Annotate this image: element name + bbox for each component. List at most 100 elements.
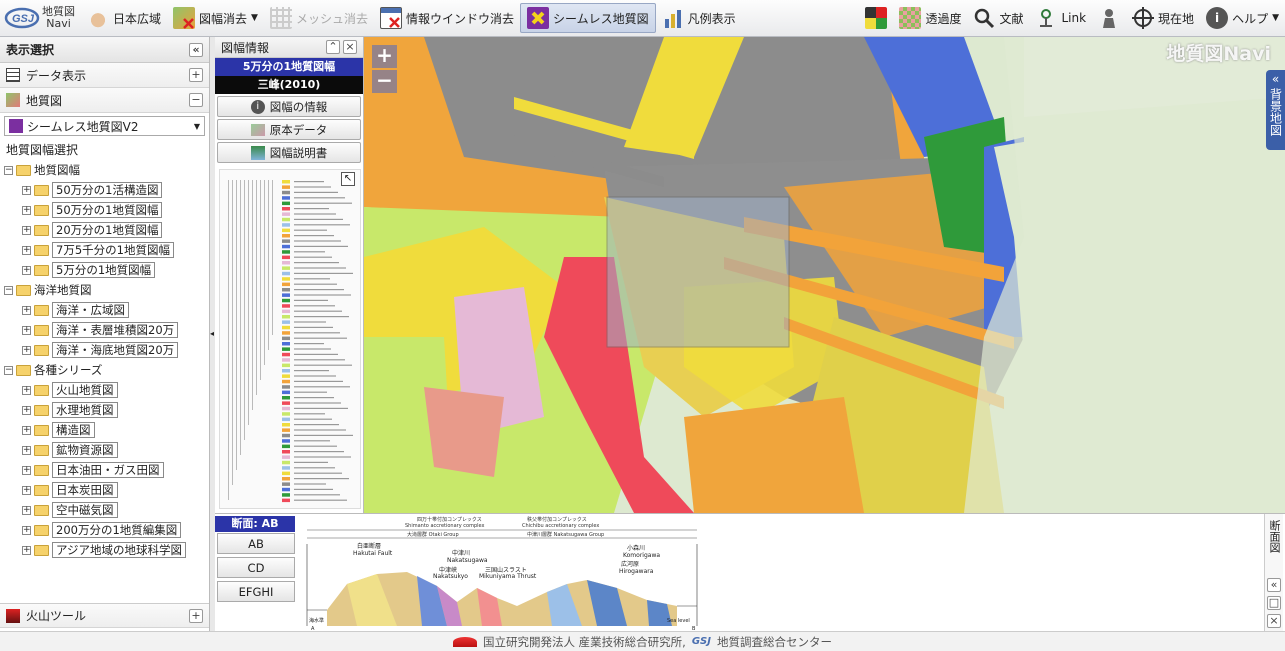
tree-item[interactable]: + 海洋・広域図 (4, 300, 205, 320)
tree-group[interactable]: − 海洋地質図 (4, 280, 205, 300)
app-logo[interactable]: GSJ 地質図 Navi (0, 6, 81, 30)
tree-label[interactable]: 7万5千分の1地質図幅 (52, 242, 174, 258)
tree-label[interactable]: アジア地域の地球科学図 (52, 542, 187, 558)
legend-thumbnail[interactable]: ↖ (219, 169, 361, 509)
map-type-select[interactable]: シームレス地質図V2 ▼ (4, 116, 205, 136)
collapse-left-button[interactable]: « (189, 42, 203, 57)
tree-label[interactable]: 20万分の1地質図幅 (52, 222, 163, 238)
maximize-section-button[interactable]: □ (1267, 596, 1281, 610)
tree-item[interactable]: + 鉱物資源図 (4, 440, 205, 460)
expand-icon[interactable]: + (22, 425, 31, 435)
expand-icon[interactable]: + (22, 325, 31, 335)
layer-toggle-button[interactable] (859, 3, 893, 33)
expand-icon[interactable]: + (22, 225, 31, 235)
zoom-out-button[interactable]: − (372, 70, 397, 93)
tree-label[interactable]: 火山地質図 (52, 382, 118, 398)
zoom-in-button[interactable]: + (372, 45, 397, 68)
tree-item[interactable]: +50万分の1地質図幅 (4, 200, 205, 220)
close-section-button[interactable]: × (1267, 614, 1281, 628)
section-tab[interactable]: EFGHI (217, 581, 295, 602)
tree-item[interactable]: + 火山地質図 (4, 380, 205, 400)
sheet-info-button[interactable]: i 図幅の情報 (217, 96, 361, 117)
tree-label[interactable]: 海洋・広域図 (52, 302, 129, 318)
tree-item[interactable]: + 日本油田・ガス田図 (4, 460, 205, 480)
sheet-clear-button[interactable]: 図幅消去 ▼ (167, 3, 264, 33)
background-map-tab[interactable]: « 背景地図 (1266, 70, 1285, 150)
data-display-section[interactable]: データ表示 + (0, 63, 209, 88)
collapse-up-button[interactable]: ⌃ (326, 40, 340, 54)
tree-label[interactable]: 日本油田・ガス田図 (52, 462, 164, 478)
tree-item[interactable]: + 日本炭田図 (4, 480, 205, 500)
tree-group[interactable]: − 地質図幅 (4, 160, 205, 180)
chevron-down-icon[interactable]: ▼ (1272, 13, 1279, 23)
japan-wide-button[interactable]: 日本広域 (81, 3, 167, 33)
expand-icon[interactable]: + (22, 305, 31, 315)
expand-data-display-button[interactable]: + (189, 68, 203, 82)
tree-item[interactable]: + 海洋・海底地質図20万 (4, 340, 205, 360)
explanation-button[interactable]: 図幅説明書 (217, 142, 361, 163)
map-view[interactable]: + − 地質図Navi « 背景地図 (364, 37, 1285, 513)
transparency-button[interactable]: 透過度 (893, 3, 967, 33)
tree-label[interactable]: 海洋・表層堆積図20万 (52, 322, 179, 338)
expand-icon[interactable]: + (22, 185, 31, 195)
link-button[interactable]: Link (1029, 3, 1092, 33)
tree-item[interactable]: +200万分の1地質編集図 (4, 520, 205, 540)
collapse-icon[interactable]: − (4, 365, 13, 375)
tree-group[interactable]: − 各種シリーズ (4, 360, 205, 380)
tree-label[interactable]: 地質図幅 (34, 162, 80, 178)
tree-label[interactable]: 鉱物資源図 (52, 442, 118, 458)
tree-label[interactable]: 水理地質図 (52, 402, 118, 418)
expand-icon[interactable]: + (22, 345, 31, 355)
volcano-tool-section[interactable]: 火山ツール + (0, 603, 209, 628)
section-tab[interactable]: AB (217, 533, 295, 554)
tree-label[interactable]: 空中磁気図 (52, 502, 118, 518)
tree-item[interactable]: + 空中磁気図 (4, 500, 205, 520)
tree-label[interactable]: 5万分の1地質図幅 (52, 262, 156, 278)
collapse-icon[interactable]: − (4, 285, 13, 295)
expand-section-button[interactable]: « (1267, 578, 1281, 592)
collapse-icon[interactable]: − (4, 165, 13, 175)
tree-item[interactable]: +20万分の1地質図幅 (4, 220, 205, 240)
tree-label[interactable]: 200万分の1地質編集図 (52, 522, 182, 538)
tree-label[interactable]: 各種シリーズ (34, 362, 102, 378)
expand-icon[interactable]: + (22, 265, 31, 275)
tree-item[interactable]: + 水理地質図 (4, 400, 205, 420)
close-icon[interactable]: × (343, 40, 357, 54)
expand-icon[interactable]: + (22, 545, 31, 555)
chevron-down-icon[interactable]: ▼ (251, 13, 258, 23)
tree-label[interactable]: 日本炭田図 (52, 482, 118, 498)
mesh-clear-button[interactable]: メッシュ消去 (264, 3, 374, 33)
expand-icon[interactable]: + (22, 385, 31, 395)
tree-label[interactable]: 海洋・海底地質図20万 (52, 342, 179, 358)
expand-icon[interactable]: ↖ (341, 172, 355, 186)
tree-item[interactable]: + 海洋・表層堆積図20万 (4, 320, 205, 340)
expand-icon[interactable]: + (22, 205, 31, 215)
expand-icon[interactable]: + (22, 505, 31, 515)
section-side-tab[interactable]: 断面図 « □ × (1264, 514, 1283, 631)
tree-label[interactable]: 50万分の1活構造図 (52, 182, 163, 198)
legend-display-button[interactable]: 凡例表示 (656, 3, 742, 33)
expand-icon[interactable]: + (22, 485, 31, 495)
expand-icon[interactable]: + (22, 405, 31, 415)
collapse-geo-map-button[interactable]: − (189, 93, 203, 107)
person-button[interactable] (1092, 3, 1126, 33)
seamless-map-button[interactable]: シームレス地質図 (519, 3, 656, 33)
tree-item[interactable]: +50万分の1活構造図 (4, 180, 205, 200)
expand-icon[interactable]: + (22, 525, 31, 535)
section-tab[interactable]: CD (217, 557, 295, 578)
tree-label[interactable]: 構造図 (52, 422, 95, 438)
original-data-button[interactable]: 原本データ (217, 119, 361, 140)
expand-volcano-tool-button[interactable]: + (189, 608, 203, 623)
tree-item[interactable]: +5万分の1地質図幅 (4, 260, 205, 280)
expand-icon[interactable]: + (22, 445, 31, 455)
help-button[interactable]: i ヘルプ ▼ (1200, 3, 1285, 33)
expand-icon[interactable]: + (22, 245, 31, 255)
tree-item[interactable]: +7万5千分の1地質図幅 (4, 240, 205, 260)
tree-label[interactable]: 海洋地質図 (34, 282, 92, 298)
geo-map-section[interactable]: 地質図 − (0, 88, 209, 113)
info-window-clear-button[interactable]: 情報ウインドウ消去 (374, 3, 520, 33)
tree-label[interactable]: 50万分の1地質図幅 (52, 202, 163, 218)
expand-icon[interactable]: + (22, 465, 31, 475)
tree-item[interactable]: + アジア地域の地球科学図 (4, 540, 205, 560)
literature-button[interactable]: 文献 (967, 3, 1029, 33)
